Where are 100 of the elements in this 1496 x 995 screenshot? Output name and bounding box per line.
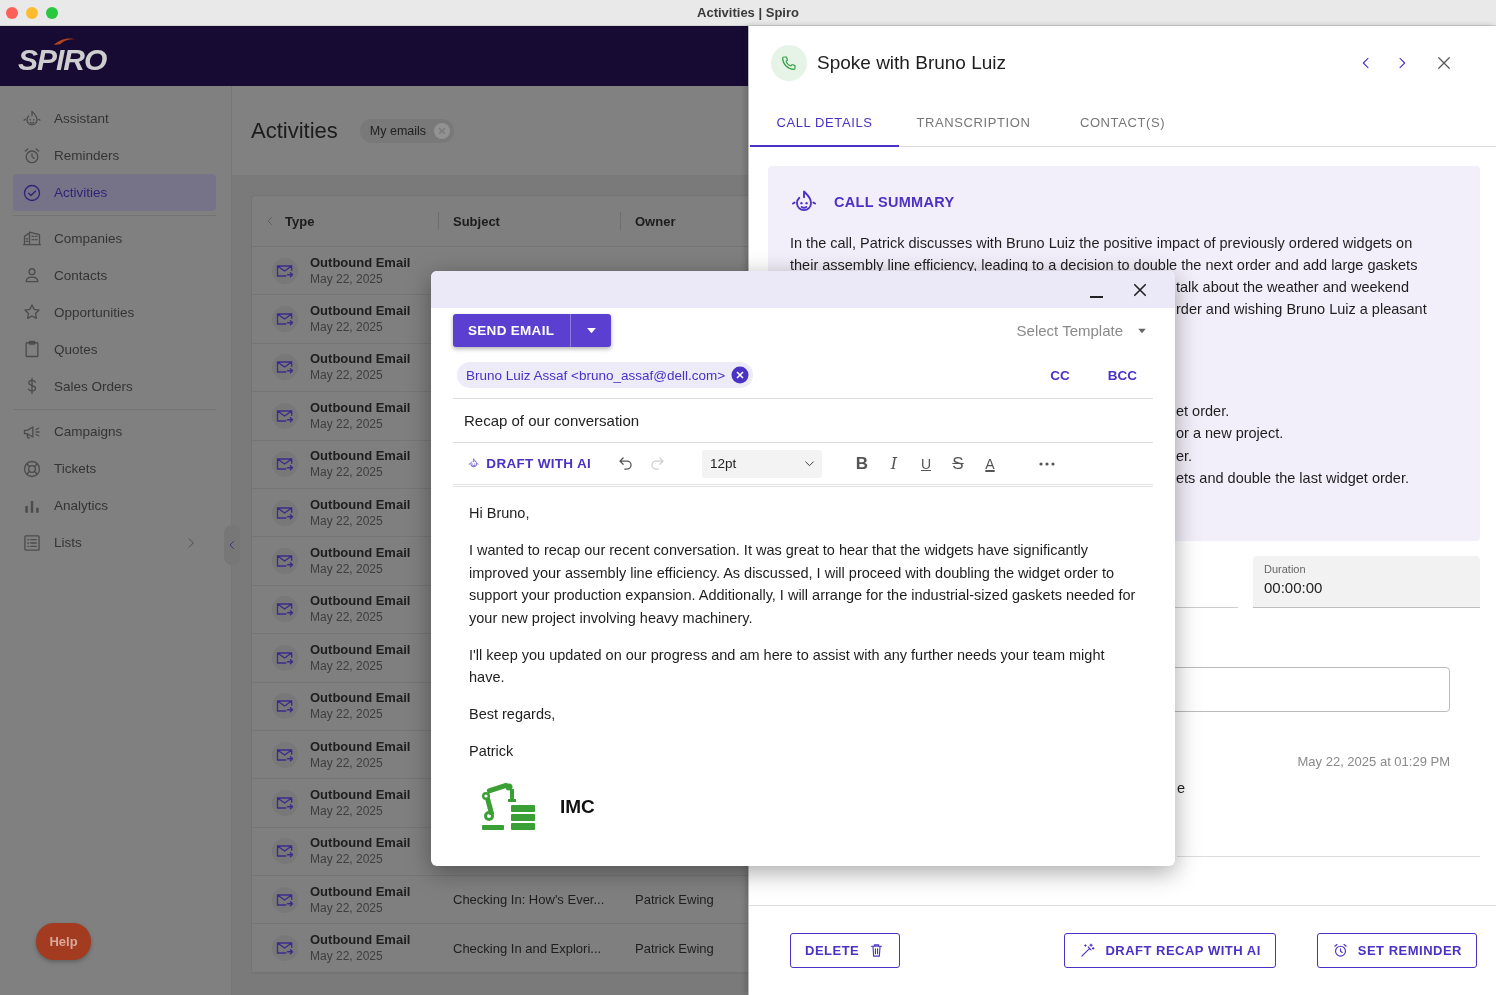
activity-date: May 22, 2025 (310, 561, 384, 578)
zoom-window-button[interactable] (46, 6, 58, 19)
draft-with-ai-button[interactable]: DRAFT WITH AI (468, 453, 591, 474)
activity-date: May 22, 2025 (310, 415, 384, 432)
activity-date: May 22, 2025 (310, 464, 384, 481)
column-header[interactable]: Owner (635, 213, 676, 229)
alarm-clock-icon (22, 145, 42, 166)
sidebar-item[interactable]: Reminders (13, 137, 216, 174)
logo-wordmark: SPIRO (18, 45, 107, 75)
reminder-button[interactable]: SET REMINDER (1316, 933, 1477, 968)
tab[interactable]: TRANSCRIPTION (899, 100, 1048, 147)
body-paragraph: Hi Bruno, (469, 504, 531, 523)
delete-button[interactable]: DELETE (790, 933, 901, 968)
bcc-link[interactable]: BCC (1107, 367, 1137, 383)
activity-type: Outbound Email (310, 254, 411, 271)
text-color-button[interactable]: A (974, 448, 1006, 479)
sidebar-item[interactable]: Companies (13, 219, 216, 257)
table-cell-text: Patrick Ewing (634, 940, 715, 956)
activity-type: Outbound Email (310, 496, 411, 513)
activity-type: Outbound Email (310, 883, 411, 900)
body-paragraph: I'll keep you updated on our progress and am here to assist with any further needs your team might have. (469, 645, 1106, 687)
tab[interactable]: CONTACT(S) (1048, 100, 1197, 147)
star-icon (22, 302, 42, 322)
tab[interactable]: CALL DETAILS (750, 100, 899, 147)
sidebar-item[interactable]: Contacts (13, 256, 216, 294)
table-cell-text: Checking In and Explori... (452, 940, 603, 956)
table-cell-text: Checking In: How's Ever... (452, 892, 606, 908)
field-label: Duration (1264, 563, 1307, 575)
column-header[interactable]: Subject (453, 213, 500, 229)
bold-button[interactable]: B (846, 448, 878, 479)
recipient-chip[interactable]: Bruno Luiz Assaf <bruno_assaf@dell.com> (457, 362, 754, 388)
activity-date: May 22, 2025 (310, 367, 384, 384)
sidebar-item[interactable]: Analytics (13, 487, 216, 524)
sidebar-item[interactable]: Sales Orders (13, 367, 216, 405)
sidebar-item[interactable]: Campaigns (13, 413, 216, 450)
activity-date: May 22, 2025 (310, 851, 384, 868)
minimize-button[interactable] (1090, 295, 1103, 298)
remove-chip-icon[interactable] (731, 366, 750, 384)
summary-text: or a new project. (1176, 424, 1284, 444)
cc-link[interactable]: CC (1050, 367, 1070, 383)
close-icon (1435, 54, 1453, 72)
activity-type: Outbound Email (310, 303, 411, 320)
list-icon (22, 532, 42, 553)
sidebar-item[interactable]: Tickets (13, 450, 216, 487)
template-select[interactable]: Select Template (1016, 322, 1153, 339)
summary-text: talk about the weather and weekend (1176, 278, 1409, 297)
help-button[interactable]: Help (36, 923, 91, 960)
font-size-select[interactable]: 12pt (702, 449, 822, 478)
panel-title: Spoke with Bruno Luiz (817, 52, 1007, 74)
summary-text: rder and wishing Bruno Luiz a pleasant (1176, 300, 1427, 319)
activity-date: May 22, 2025 (310, 657, 384, 674)
activity-type: Outbound Email (310, 787, 411, 803)
activity-type: Outbound Email (310, 690, 411, 707)
more-icon (1039, 461, 1055, 466)
activity-type: Outbound Email (310, 593, 411, 610)
minimize-icon (1090, 295, 1103, 298)
sidebar-item[interactable]: Assistant (13, 100, 216, 137)
company-name: IMC (560, 796, 595, 819)
body-paragraph: Patrick (469, 742, 515, 761)
summary-text: their assembly line efficiency, leading to a decision to double the next order and add large gaskets (790, 256, 1419, 275)
activity-date: May 22, 2025 (310, 754, 384, 771)
activity-type: Outbound Email (310, 932, 411, 949)
activity-type: Outbound Email (310, 448, 411, 465)
activity-type: Outbound Email (310, 545, 411, 562)
summary-text: ets and double the last widget order. (1176, 468, 1409, 488)
activity-date: May 22, 2025 (310, 512, 384, 529)
check-circle-icon (22, 182, 42, 203)
phone-icon (780, 54, 798, 72)
duration-field[interactable]: Duration 00:00:00 (1253, 556, 1480, 608)
ai-button[interactable]: DRAFT RECAP WITH AI (1064, 933, 1276, 968)
close-window-button[interactable] (6, 6, 18, 19)
sidebar-item[interactable]: Activities (13, 174, 216, 211)
underline-button[interactable]: U (910, 448, 942, 479)
table-cell-text: Patrick Ewing (634, 892, 715, 908)
activity-date: May 22, 2025 (310, 899, 384, 916)
activity-date: May 22, 2025 (310, 319, 384, 336)
italic-button[interactable]: I (878, 448, 910, 479)
subject-field[interactable]: Recap of our conversation (453, 399, 1153, 443)
strikethrough-button[interactable]: S (942, 448, 974, 479)
activity-type: Outbound Email (310, 399, 411, 416)
activity-type: Outbound Email (310, 738, 411, 755)
lifebuoy-icon (22, 458, 42, 479)
sidebar-item[interactable]: Lists (13, 524, 216, 561)
minimize-window-button[interactable] (26, 6, 38, 19)
alarm-clock-icon (1331, 942, 1349, 959)
sidebar-item[interactable]: Quotes (13, 330, 216, 368)
column-header[interactable]: Type (285, 213, 315, 229)
summary-text: et order. (1176, 402, 1230, 421)
activity-type: Outbound Email (310, 835, 411, 852)
summary-text: In the call, Patrick discusses with Bruno Luiz the positive impact of previously ordered widgets on (790, 234, 1414, 253)
filter-chip[interactable]: My emails (359, 118, 455, 143)
page-title: Activities (251, 117, 338, 144)
body-paragraph: Best regards, (469, 705, 557, 724)
window-title: Activities | Spiro (697, 5, 799, 20)
timestamp: May 22, 2025 at 01:29 PM (1297, 753, 1450, 771)
summary-text: er. (1176, 446, 1193, 466)
note-text: e (1177, 779, 1186, 797)
activity-date: May 22, 2025 (310, 609, 384, 626)
sidebar-item[interactable]: Opportunities (13, 293, 216, 331)
summary-title: CALL SUMMARY (834, 194, 955, 210)
